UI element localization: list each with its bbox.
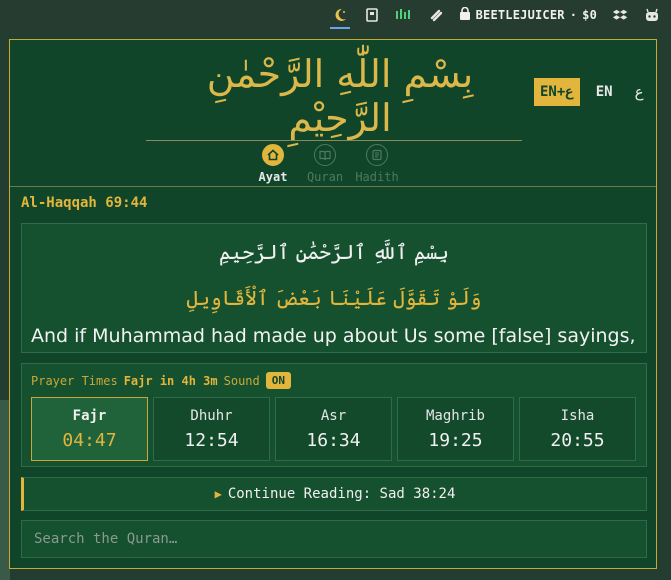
prayer-title: Prayer Times [31, 373, 118, 388]
sound-toggle[interactable]: ON [265, 372, 291, 389]
home-icon [262, 144, 284, 166]
menu-bar: BEETLEJUICER · $0 [0, 0, 671, 32]
prayer-name: Isha [560, 407, 595, 424]
language-switcher: EN+ع EN ع [534, 77, 650, 107]
prayer-isha[interactable]: Isha 20:55 [519, 397, 636, 461]
robot-icon[interactable] [643, 6, 661, 24]
account-separator: · [569, 8, 578, 22]
header-divider [146, 140, 522, 141]
sound-label: Sound [223, 373, 260, 388]
book-icon[interactable] [363, 6, 381, 24]
prayer-times-card: Prayer Times Fajr in 4h 3m Sound ON Fajr… [21, 363, 647, 467]
quran-panel: بِسْمِ اللّٰهِ الرَّحْمٰنِ الرَّحِيْمِ E… [9, 39, 657, 569]
tab-label: Hadith [355, 170, 399, 184]
prayer-asr[interactable]: Asr 16:34 [275, 397, 392, 461]
continue-reading-label: Continue Reading: Sad 38:24 [227, 486, 456, 502]
main-tabs: Ayat Quran Hadith [256, 144, 399, 184]
ayah-reference: Al-Haqqah 69:44 [21, 195, 148, 211]
account-menu[interactable]: BEETLEJUICER · $0 [459, 6, 597, 23]
prayer-time: 04:47 [62, 429, 117, 451]
prayer-time: 20:55 [550, 429, 605, 451]
tab-hadith[interactable]: Hadith [355, 144, 399, 184]
system-tray: BEETLEJUICER · $0 [329, 6, 661, 29]
open-book-icon [314, 144, 336, 166]
scroll-icon [366, 144, 388, 166]
prayer-name: Asr [320, 407, 347, 424]
prayer-header: Prayer Times Fajr in 4h 3m Sound ON [31, 372, 291, 389]
lang-button-en-ar[interactable]: EN+ع [534, 78, 580, 106]
prayer-time: 12:54 [184, 429, 239, 451]
next-prayer: Fajr in 4h 3m [123, 373, 218, 388]
prayer-name: Maghrib [425, 407, 485, 424]
prayer-time: 19:25 [428, 429, 483, 451]
account-balance: $0 [582, 8, 597, 22]
ayah-translation: And if Muhammad had made up about Us som… [31, 325, 636, 347]
play-icon: ▶ [214, 487, 222, 501]
search-input[interactable] [21, 520, 647, 558]
continue-reading-button[interactable]: ▶ Continue Reading: Sad 38:24 [21, 477, 647, 511]
dropbox-icon[interactable] [611, 6, 629, 24]
prayer-fajr[interactable]: Fajr 04:47 [31, 397, 148, 461]
tab-quran[interactable]: Quran [306, 144, 344, 184]
prayer-time: 16:34 [306, 429, 361, 451]
lang-button-ar[interactable]: ع [629, 77, 650, 107]
ayah-arabic: وَلَوْ تَقَوَّلَ عَلَيْنَا بَعْضَ ٱلْأَق… [186, 286, 482, 310]
tab-label: Quran [306, 170, 344, 184]
lock-icon [459, 6, 471, 23]
chart-icon[interactable] [395, 6, 413, 24]
account-name: BEETLEJUICER [475, 8, 565, 22]
lang-button-en[interactable]: EN [590, 78, 619, 106]
prayer-dhuhr[interactable]: Dhuhr 12:54 [153, 397, 270, 461]
prayer-maghrib[interactable]: Maghrib 19:25 [397, 397, 514, 461]
crescent-icon[interactable] [329, 6, 350, 29]
ayah-card: بِسْمِ ٱللَّهِ ٱلرَّحْمَٰنِ ٱلرَّحِيمِ و… [21, 223, 647, 353]
section-divider [10, 186, 656, 187]
prayer-times-row: Fajr 04:47 Dhuhr 12:54 Asr 16:34 Maghrib… [31, 397, 636, 461]
tab-ayat[interactable]: Ayat [256, 144, 290, 184]
header-bismillah: بِسْمِ اللّٰهِ الرَّحْمٰنِ الرَّحِيْمِ [206, 52, 474, 140]
ayah-bismillah: بِسْمِ ٱللَّهِ ٱلرَّحْمَٰنِ ٱلرَّحِيمِ [218, 240, 449, 264]
tab-label: Ayat [258, 170, 288, 184]
prayer-name: Fajr [72, 407, 107, 424]
prayer-name: Dhuhr [190, 407, 233, 424]
link-icon[interactable] [427, 6, 445, 24]
